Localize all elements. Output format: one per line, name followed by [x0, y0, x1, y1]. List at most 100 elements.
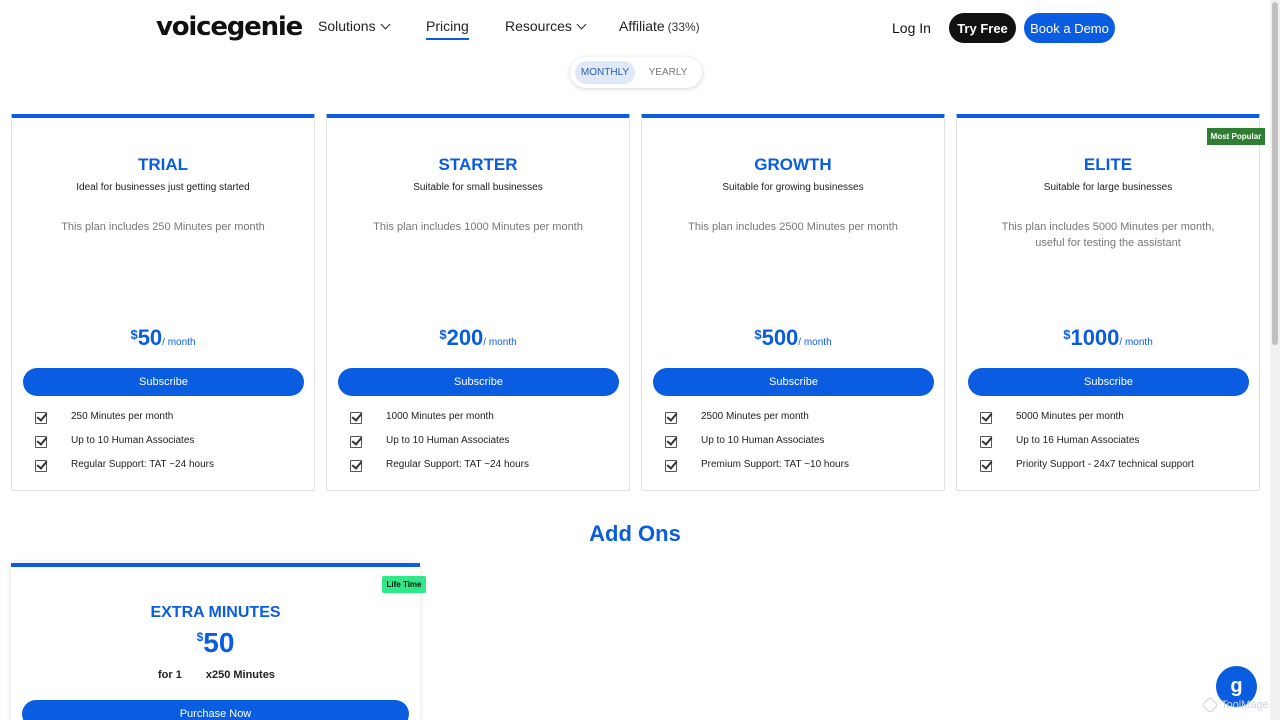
checkbox-icon — [980, 410, 993, 424]
price-amount: 1000 — [1070, 325, 1120, 350]
price-period: / month — [798, 337, 832, 348]
plan-card-elite: ELITE Suitable for large businesses This… — [956, 114, 1260, 491]
price-currency: $ — [1063, 327, 1071, 342]
nav-affiliate-label: Affiliate — [619, 18, 665, 34]
checkbox-icon — [665, 434, 678, 448]
checkbox-icon — [980, 458, 993, 472]
price-currency: $ — [439, 327, 447, 342]
purchase-now-button[interactable]: Purchase Now — [22, 700, 409, 720]
checkbox-icon — [350, 410, 363, 424]
watermark-icon — [1201, 696, 1219, 714]
price-amount: 200 — [446, 325, 484, 350]
feature-text: 1000 Minutes per month — [386, 411, 494, 422]
try-free-button[interactable]: Try Free — [949, 13, 1016, 43]
book-demo-button[interactable]: Book a Demo — [1024, 13, 1115, 43]
feature-text: 2500 Minutes per month — [701, 411, 809, 422]
plan-description: This plan includes 1000 Minutes per mont… — [373, 221, 583, 233]
toggle-monthly[interactable]: MONTHLY — [575, 61, 635, 84]
nav-resources-label: Resources — [505, 18, 572, 34]
addon-qty-suffix: x250 Minutes — [205, 669, 275, 681]
feature-text: 5000 Minutes per month — [1016, 411, 1124, 422]
login-link[interactable]: Log In — [892, 20, 931, 36]
checkbox-icon — [35, 434, 48, 448]
feature-text: Up to 10 Human Associates — [386, 435, 510, 446]
checkbox-icon — [35, 410, 48, 424]
feature-item: Premium Support: TAT ~10 hours — [665, 458, 849, 472]
plan-price: $50/ month — [12, 325, 314, 351]
lifetime-badge: Life Time — [382, 576, 426, 593]
addon-quantity: for 1 x250 Minutes — [158, 669, 275, 681]
plan-card-starter: STARTER Suitable for small businesses Th… — [326, 114, 630, 491]
plan-description: This plan includes 2500 Minutes per mont… — [688, 221, 898, 233]
feature-text: Up to 16 Human Associates — [1016, 435, 1140, 446]
price-amount: 500 — [761, 325, 799, 350]
checkbox-icon — [350, 458, 363, 472]
plan-name: STARTER — [438, 155, 518, 174]
chevron-down-icon — [380, 19, 391, 30]
feature-text: Up to 10 Human Associates — [71, 435, 195, 446]
plan-name: ELITE — [1083, 155, 1133, 174]
feature-item: Regular Support: TAT ~24 hours — [350, 458, 529, 472]
nav-solutions[interactable]: Solutions — [318, 18, 391, 34]
most-popular-badge: Most Popular — [1207, 128, 1265, 145]
watermark: ToolMage — [1201, 696, 1269, 714]
feature-item: 250 Minutes per month — [35, 410, 174, 424]
addon-name: EXTRA MINUTES — [150, 604, 281, 621]
feature-item: Priority Support - 24x7 technical suppor… — [980, 458, 1194, 472]
addon-price: $50 — [11, 627, 420, 659]
feature-item: Up to 10 Human Associates — [665, 434, 825, 448]
site-header: voicegenie Solutions Pricing Resources A… — [0, 0, 1270, 56]
plan-name: GROWTH — [754, 155, 832, 174]
price-period: / month — [1119, 337, 1153, 348]
addon-qty-prefix[interactable]: for 1 — [158, 669, 182, 681]
plan-card-trial: TRIAL Ideal for businesses just getting … — [11, 114, 315, 491]
checkbox-icon — [665, 410, 678, 424]
feature-item: 2500 Minutes per month — [665, 410, 809, 424]
voicegenie-logo[interactable]: voicegenie — [156, 12, 303, 42]
price-currency: $ — [130, 327, 138, 342]
nav-pricing[interactable]: Pricing — [426, 18, 469, 40]
checkbox-icon — [35, 458, 48, 472]
price-period: / month — [162, 337, 196, 348]
checkbox-icon — [350, 434, 363, 448]
scrollbar-thumb[interactable] — [1272, 2, 1278, 345]
subscribe-button[interactable]: Subscribe — [653, 368, 934, 396]
subscribe-button[interactable]: Subscribe — [968, 368, 1249, 396]
page-scrollbar[interactable] — [1270, 0, 1280, 720]
subscribe-button[interactable]: Subscribe — [23, 368, 304, 396]
price-currency: $ — [196, 630, 204, 644]
plan-subtitle: Ideal for businesses just getting starte… — [76, 182, 250, 193]
nav-solutions-label: Solutions — [318, 18, 376, 34]
feature-text: Regular Support: TAT ~24 hours — [71, 459, 214, 470]
chat-icon: g — [1230, 675, 1243, 697]
watermark-text: ToolMage — [1221, 699, 1269, 711]
price-currency: $ — [754, 327, 762, 342]
plan-subtitle: Suitable for small businesses — [413, 182, 543, 193]
affiliate-percent: (33%) — [667, 20, 700, 34]
nav-resources[interactable]: Resources — [505, 18, 587, 34]
feature-text: Up to 10 Human Associates — [701, 435, 825, 446]
plan-price: $200/ month — [327, 325, 629, 351]
billing-toggle: MONTHLY YEARLY — [570, 57, 702, 88]
plan-subtitle: Suitable for growing businesses — [722, 182, 864, 193]
checkbox-icon — [980, 434, 993, 448]
subscribe-button[interactable]: Subscribe — [338, 368, 619, 396]
plan-card-growth: GROWTH Suitable for growing businesses T… — [641, 114, 945, 491]
feature-text: 250 Minutes per month — [71, 411, 174, 422]
toggle-yearly[interactable]: YEARLY — [642, 61, 694, 84]
checkbox-icon — [665, 458, 678, 472]
feature-text: Premium Support: TAT ~10 hours — [701, 459, 849, 470]
feature-text: Regular Support: TAT ~24 hours — [386, 459, 529, 470]
plan-description: This plan includes 250 Minutes per month — [61, 221, 265, 233]
addons-heading: Add Ons — [589, 521, 681, 546]
chevron-down-icon — [576, 19, 587, 30]
price-amount: 50 — [137, 325, 163, 350]
plan-price: $1000/ month — [957, 325, 1259, 351]
feature-item: Regular Support: TAT ~24 hours — [35, 458, 214, 472]
price-amount: 50 — [203, 627, 235, 658]
addon-card-extra-minutes: EXTRA MINUTES $50 for 1 x250 Minutes Purc… — [11, 563, 420, 720]
plan-subtitle: Suitable for large businesses — [1043, 182, 1173, 193]
nav-affiliate[interactable]: Affiliate (33%) — [619, 18, 700, 34]
feature-item: Up to 10 Human Associates — [350, 434, 510, 448]
feature-text: Priority Support - 24x7 technical suppor… — [1016, 459, 1194, 470]
